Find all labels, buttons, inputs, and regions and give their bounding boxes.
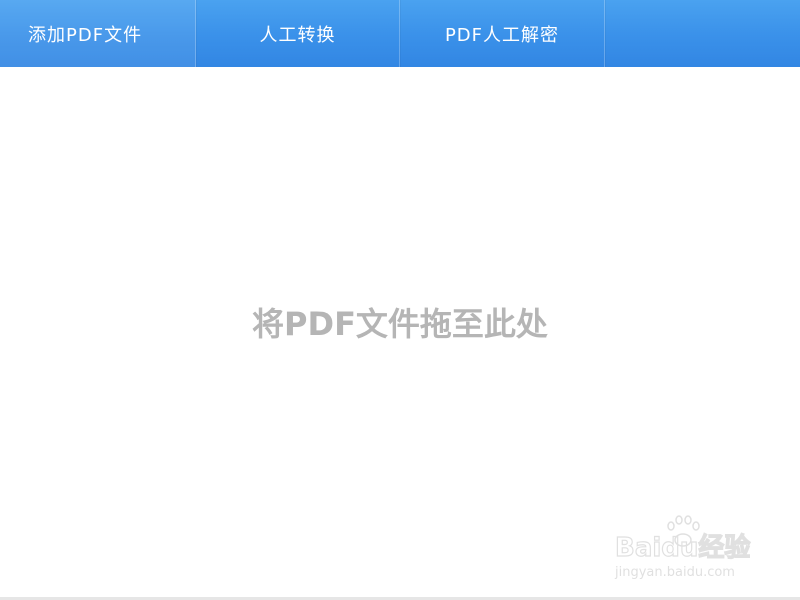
watermark-url: jingyan.baidu.com (614, 565, 735, 580)
manual-conversion-button[interactable]: 人工转换 (196, 0, 400, 67)
manual-conversion-label: 人工转换 (259, 24, 336, 46)
baidu-jingyan-watermark: Baidu经验 jingyan.baidu.com (614, 515, 751, 580)
add-pdf-file-label: 添加PDF文件 (28, 24, 143, 46)
watermark-brand: Baidu经验 (615, 532, 750, 563)
pdf-manual-decrypt-button[interactable]: PDF人工解密 (400, 0, 605, 67)
drop-hint-text: 将PDF文件拖至此处 (252, 305, 548, 343)
add-pdf-file-button[interactable]: 添加PDF文件 (0, 0, 196, 67)
pdf-manual-decrypt-label: PDF人工解密 (444, 24, 560, 46)
toolbar: 添加PDF文件 人工转换 PDF人工解密 (0, 0, 800, 67)
